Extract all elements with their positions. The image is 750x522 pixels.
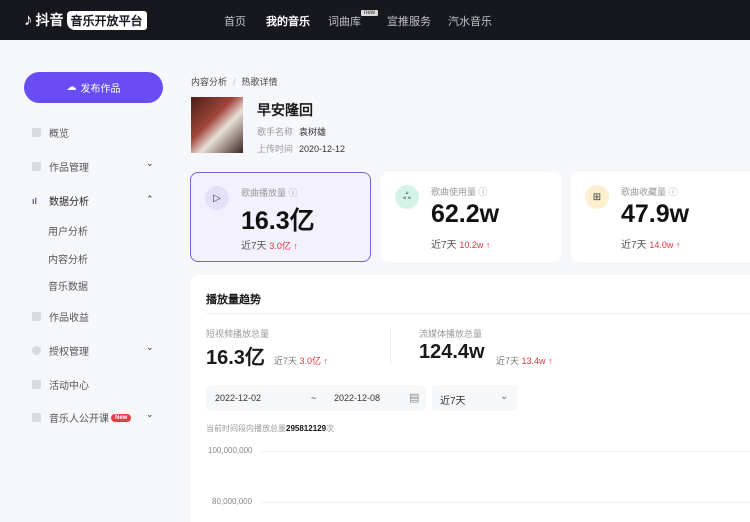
building-icon xyxy=(32,413,41,422)
sidebar-item-works[interactable]: 作品管理 xyxy=(32,159,89,174)
nav-home[interactable]: 首页 xyxy=(224,13,246,29)
label: 授权管理 xyxy=(49,347,89,358)
card-week: 近7天 3.0亿 ↑ xyxy=(241,241,298,252)
song-title: 早安隆回 xyxy=(257,102,313,118)
card-week: 近7天 14.0w ↑ xyxy=(621,240,681,251)
chevron-down-icon: ⌄ xyxy=(500,391,509,402)
card-label: 歌曲使用量 ⓘ xyxy=(431,187,488,197)
label: 上传时间 xyxy=(257,144,294,154)
card-value: 47.9w xyxy=(621,200,690,228)
label: 歌手名称 xyxy=(257,127,294,137)
nav-promotion[interactable]: 宣推服务 xyxy=(387,13,431,29)
card-favorites[interactable]: ⊞ 歌曲收藏量 ⓘ 47.9w 近7天 14.0w ↑ xyxy=(571,172,750,262)
label: 用户分析 xyxy=(48,227,88,238)
edit-icon xyxy=(32,162,41,171)
y-tick: 80,000,000 xyxy=(212,497,253,506)
song-cover xyxy=(191,97,243,153)
upload-cloud-icon: ☁ xyxy=(66,82,77,93)
singer: 袁树雄 xyxy=(299,127,327,137)
singer-row: 歌手名称 袁树雄 xyxy=(257,125,326,138)
grid-icon xyxy=(32,128,41,137)
play-video-icon: ▷ xyxy=(205,186,229,210)
label: 音乐数据 xyxy=(48,282,88,293)
license-icon xyxy=(32,346,41,355)
streaming-week: 近7天 13.4w ↑ xyxy=(496,356,553,366)
label: 作品管理 xyxy=(49,163,89,174)
nav-qishui-music[interactable]: 汽水音乐 xyxy=(448,13,492,29)
chevron-down-icon[interactable]: ⌄ xyxy=(146,409,154,420)
logo-tag: 音乐开放平台 xyxy=(66,10,147,30)
sidebar-item-open-class[interactable]: 音乐人公开课 New xyxy=(32,410,132,425)
chevron-down-icon[interactable]: ⌄ xyxy=(146,342,154,353)
publish-button[interactable]: ☁ 发布作品 xyxy=(24,72,163,103)
card-value: 62.2w xyxy=(431,200,500,228)
y-tick: 100,000,000 xyxy=(208,446,253,455)
breadcrumb-current: 热歌详情 xyxy=(241,77,278,87)
card-usage[interactable]: ஃ 歌曲使用量 ⓘ 62.2w 近7天 10.2w ↑ xyxy=(381,172,562,262)
date-range-picker[interactable]: 2022-12-02 ~ 2022-12-08 ▤ xyxy=(206,385,426,411)
label: 概览 xyxy=(49,129,69,140)
streaming-value: 124.4w xyxy=(419,341,485,363)
logo-text: 抖音 xyxy=(35,12,64,28)
card-label: 歌曲播放量 ⓘ xyxy=(241,188,298,198)
short-video-week: 近7天 3.0亿 ↑ xyxy=(274,356,329,366)
short-video-value: 16.3亿 xyxy=(206,347,265,369)
douyin-note-icon: ♪ xyxy=(24,10,33,29)
label: 内容分析 xyxy=(48,255,88,266)
usage-icon: ஃ xyxy=(395,185,419,209)
nav-lyrics-library[interactable]: 词曲库 xyxy=(328,13,361,29)
wallet-icon xyxy=(32,312,41,321)
sidebar-item-music-data[interactable]: 音乐数据 xyxy=(48,278,88,293)
card-plays[interactable]: ▷ 歌曲播放量 ⓘ 16.3亿 近7天 3.0亿 ↑ xyxy=(190,172,371,262)
panel-title: 播放量趋势 xyxy=(206,294,261,306)
logo[interactable]: ♪ 抖音 音乐开放平台 xyxy=(24,10,147,30)
streaming-label: 流媒体播放总量 xyxy=(419,329,483,339)
start-date[interactable]: 2022-12-02 xyxy=(215,393,261,403)
range-select[interactable]: 近7天 ⌄ xyxy=(432,385,517,411)
divider xyxy=(390,327,391,365)
sidebar-item-user-analysis[interactable]: 用户分析 xyxy=(48,223,88,238)
sidebar-item-license[interactable]: 授权管理 xyxy=(32,343,89,358)
gridline xyxy=(260,451,750,452)
sidebar-item-data-analysis[interactable]: ıl 数据分析 xyxy=(32,193,89,208)
label: 活动中心 xyxy=(49,381,89,392)
upload-row: 上传时间 2020-12-12 xyxy=(257,142,345,155)
short-video-label: 短视频播放总量 xyxy=(206,329,270,339)
upload-date: 2020-12-12 xyxy=(299,144,346,154)
breadcrumb: 内容分析 / 热歌详情 xyxy=(191,75,278,88)
new-badge: new xyxy=(361,10,379,16)
breadcrumb-sep: / xyxy=(233,77,236,87)
range-sep: ~ xyxy=(311,393,317,403)
nav-my-music[interactable]: 我的音乐 xyxy=(266,13,310,29)
breadcrumb-link[interactable]: 内容分析 xyxy=(191,77,227,87)
sidebar-item-content-analysis[interactable]: 内容分析 xyxy=(48,251,88,266)
label: 数据分析 xyxy=(49,197,89,208)
calendar-icon xyxy=(32,380,41,389)
sidebar-item-overview[interactable]: 概览 xyxy=(32,125,69,140)
period-total: 当前时间段内播放总量295812129次 xyxy=(206,424,335,433)
bar-chart-icon: ıl xyxy=(32,196,38,206)
publish-label: 发布作品 xyxy=(80,84,121,95)
card-label: 歌曲收藏量 ⓘ xyxy=(621,187,678,197)
top-header: ♪ 抖音 音乐开放平台 首页 我的音乐 词曲库 new 宣推服务 汽水音乐 xyxy=(0,0,750,40)
chevron-up-icon[interactable]: ⌃ xyxy=(146,194,154,205)
end-date[interactable]: 2022-12-08 xyxy=(334,393,380,403)
sidebar: ☁ 发布作品 概览 作品管理 ⌄ ıl 数据分析 ⌃ 用户分析 内容分析 音乐数据 … xyxy=(0,40,180,522)
chevron-down-icon[interactable]: ⌄ xyxy=(146,158,154,169)
new-badge: New xyxy=(111,413,132,422)
gridline xyxy=(260,502,750,503)
bookmark-icon: ⊞ xyxy=(585,185,609,209)
card-week: 近7天 10.2w ↑ xyxy=(431,240,491,251)
card-value: 16.3亿 xyxy=(241,207,315,235)
label: 音乐人公开课 xyxy=(49,414,109,425)
label: 作品收益 xyxy=(49,313,89,324)
divider xyxy=(206,313,750,314)
sidebar-item-earnings[interactable]: 作品收益 xyxy=(32,309,89,324)
calendar-icon[interactable]: ▤ xyxy=(409,391,419,404)
trend-panel: 播放量趋势 短视频播放总量 16.3亿 近7天 3.0亿 ↑ 流媒体播放总量 1… xyxy=(190,275,750,522)
range-value: 近7天 xyxy=(440,396,466,407)
sidebar-item-events[interactable]: 活动中心 xyxy=(32,377,89,392)
